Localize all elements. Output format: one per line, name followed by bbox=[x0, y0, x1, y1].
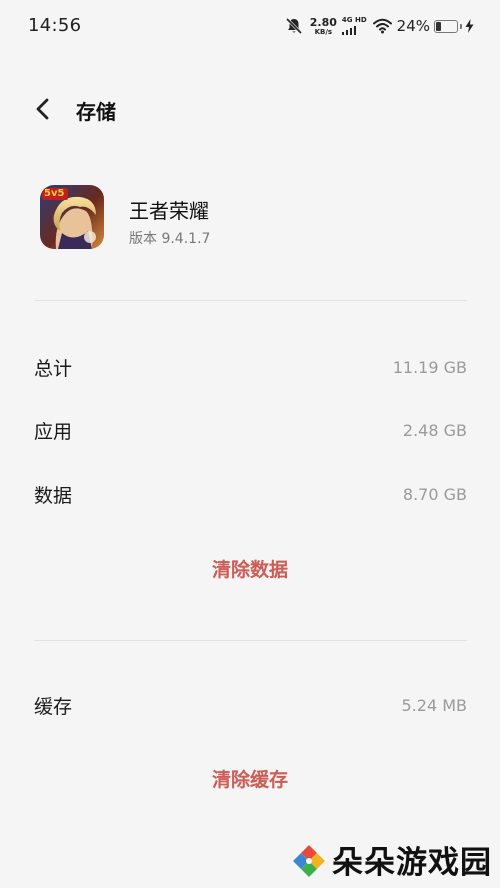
back-button[interactable] bbox=[30, 94, 56, 124]
divider bbox=[34, 640, 467, 641]
watermark-text: 朵朵游戏园 bbox=[332, 845, 492, 881]
data-size-label: 数据 bbox=[34, 484, 73, 507]
app-name: 王者荣耀 bbox=[129, 199, 209, 223]
data-size-row: 数据 8.70 GB bbox=[34, 474, 467, 514]
watermark: 朵朵游戏园 bbox=[290, 837, 492, 882]
app-size-row: 应用 2.48 GB bbox=[34, 410, 467, 450]
battery-percent: 24% bbox=[396, 17, 430, 35]
app-icon-badge: 5v5 bbox=[44, 188, 65, 199]
data-size-value: 8.70 GB bbox=[402, 484, 467, 504]
network-speed-unit: KB/s bbox=[314, 27, 333, 36]
cache-label: 缓存 bbox=[34, 695, 73, 718]
status-time: 14:56 bbox=[28, 15, 82, 36]
chevron-left-icon bbox=[36, 98, 49, 120]
clear-cache-button[interactable]: 清除缓存 bbox=[0, 765, 500, 792]
app-icon: 5v5 bbox=[40, 185, 104, 249]
signal-bars-icon bbox=[341, 26, 357, 35]
status-icons: 2.80 KB/s 4G HD 24% bbox=[284, 14, 474, 38]
page-title: 存储 bbox=[76, 100, 116, 124]
network-speed: 2.80 KB/s bbox=[310, 17, 337, 36]
app-size-label: 应用 bbox=[34, 420, 73, 443]
network-type-label: 4G HD bbox=[341, 16, 367, 24]
clear-data-button[interactable]: 清除数据 bbox=[0, 555, 500, 582]
network-speed-value: 2.80 bbox=[309, 15, 337, 29]
watermark-logo-icon bbox=[292, 842, 326, 877]
cellular-signal: 4G HD bbox=[341, 16, 367, 35]
total-value: 11.19 GB bbox=[392, 357, 467, 377]
cache-row: 缓存 5.24 MB bbox=[34, 685, 467, 725]
app-version: 版本 9.4.1.7 bbox=[129, 231, 211, 247]
divider bbox=[34, 300, 467, 301]
total-label: 总计 bbox=[34, 357, 73, 380]
battery-icon bbox=[434, 19, 458, 33]
battery-cap bbox=[460, 23, 462, 29]
battery-fill bbox=[436, 21, 442, 31]
wifi-icon bbox=[372, 18, 392, 34]
bell-muted-icon bbox=[285, 17, 302, 35]
app-size-value: 2.48 GB bbox=[402, 420, 467, 440]
charging-bolt-icon bbox=[465, 19, 474, 33]
app-storage-page: 14:56 2.80 KB/s 4G HD 24% 存储 5v5 王者荣耀 版本… bbox=[0, 0, 500, 888]
status-bar: 14:56 2.80 KB/s 4G HD 24% bbox=[0, 0, 500, 52]
total-row: 总计 11.19 GB bbox=[34, 347, 467, 387]
cache-value: 5.24 MB bbox=[401, 695, 468, 715]
